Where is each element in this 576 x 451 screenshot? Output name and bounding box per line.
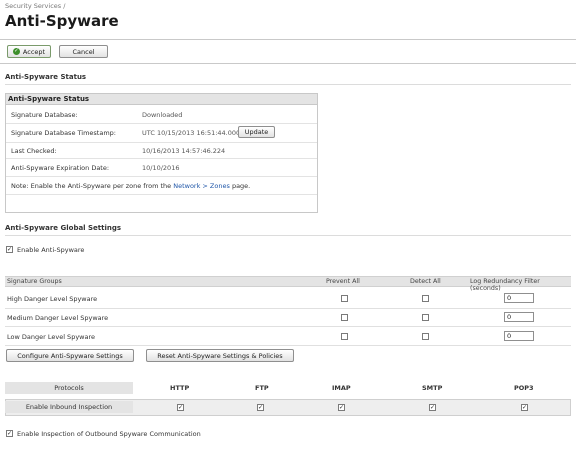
protocols-header: Protocols: [5, 382, 133, 394]
row-divider: [6, 194, 317, 195]
signature-timestamp-value: UTC 10/15/2013 16:51:44.000: [142, 129, 241, 137]
inbound-pop3-checkbox[interactable]: ✓: [521, 404, 528, 411]
col-log-redundancy-filter: Log Redundancy Filter (seconds): [470, 278, 540, 292]
row-divider: [5, 345, 571, 346]
signature-database-value: Downloaded: [142, 111, 183, 119]
cancel-button[interactable]: Cancel: [59, 45, 108, 58]
protocol-smtp: SMTP: [422, 384, 443, 392]
protocol-imap: IMAP: [332, 384, 351, 392]
inbound-imap-checkbox[interactable]: ✓: [338, 404, 345, 411]
note-suffix: page.: [229, 182, 251, 190]
row-divider: [6, 158, 317, 159]
global-settings-title: Anti-Spyware Global Settings: [5, 224, 122, 232]
last-checked-label: Last Checked:: [11, 147, 57, 155]
toolbar-divider: [0, 63, 576, 64]
row-divider: [5, 326, 571, 327]
col-prevent-all: Prevent All: [326, 278, 360, 285]
network-zones-link[interactable]: Network > Zones: [173, 182, 230, 190]
page-title: Anti-Spyware: [5, 12, 119, 30]
reset-anti-spyware-button[interactable]: Reset Anti-Spyware Settings & Policies: [146, 349, 294, 362]
protocol-http: HTTP: [170, 384, 190, 392]
inbound-ftp-checkbox[interactable]: ✓: [257, 404, 264, 411]
accept-button[interactable]: ✓ Accept: [7, 45, 51, 58]
row-divider: [6, 142, 317, 143]
low-filter-input[interactable]: 0: [504, 331, 534, 341]
checkmark-icon: ✓: [12, 48, 20, 55]
high-filter-input[interactable]: 0: [504, 293, 534, 303]
status-section-title: Anti-Spyware Status: [5, 73, 87, 81]
low-prevent-checkbox[interactable]: [341, 333, 348, 340]
status-section-divider: [5, 84, 571, 85]
col-signature-groups: Signature Groups: [7, 278, 62, 285]
status-box-title: Anti-Spyware Status: [6, 94, 317, 105]
signature-groups-header: Signature Groups Prevent All Detect All …: [5, 276, 571, 292]
expiration-date-value: 10/10/2016: [142, 164, 180, 172]
high-danger-label: High Danger Level Spyware: [7, 295, 98, 303]
low-detect-checkbox[interactable]: [422, 333, 429, 340]
protocol-ftp: FTP: [255, 384, 269, 392]
enable-anti-spyware-label: Enable Anti-Spyware: [17, 246, 85, 254]
update-label: Update: [244, 128, 269, 136]
signature-timestamp-label: Signature Database Timestamp:: [11, 129, 116, 137]
update-button[interactable]: Update: [238, 126, 275, 138]
cancel-label: Cancel: [72, 47, 95, 56]
medium-prevent-checkbox[interactable]: [341, 314, 348, 321]
configure-label: Configure Anti-Spyware Settings: [17, 351, 123, 360]
col-detect-all: Detect All: [410, 278, 441, 285]
outbound-inspection-label: Enable Inspection of Outbound Spyware Co…: [17, 430, 201, 438]
note-prefix: Note: Enable the Anti-Spyware per zone f…: [11, 182, 174, 190]
accept-label: Accept: [22, 47, 46, 56]
expiration-date-label: Anti-Spyware Expiration Date:: [11, 164, 110, 172]
medium-danger-label: Medium Danger Level Spyware: [7, 314, 109, 322]
inbound-http-checkbox[interactable]: ✓: [177, 404, 184, 411]
reset-label: Reset Anti-Spyware Settings & Policies: [157, 351, 283, 360]
row-divider: [5, 308, 571, 309]
last-checked-value: 10/16/2013 14:57:46.224: [142, 147, 226, 155]
configure-anti-spyware-button[interactable]: Configure Anti-Spyware Settings: [6, 349, 134, 362]
low-danger-label: Low Danger Level Spyware: [7, 333, 95, 341]
inbound-smtp-checkbox[interactable]: ✓: [429, 404, 436, 411]
row-divider: [6, 176, 317, 177]
outbound-inspection-checkbox[interactable]: ✓: [6, 430, 13, 437]
signature-database-label: Signature Database:: [11, 111, 78, 119]
status-box: Anti-Spyware Status Signature Database: …: [5, 93, 318, 213]
zones-note: Note: Enable the Anti-Spyware per zone f…: [11, 182, 250, 190]
high-detect-checkbox[interactable]: [422, 295, 429, 302]
global-settings-divider: [5, 235, 571, 236]
header-divider: [0, 39, 576, 40]
row-divider: [6, 123, 317, 124]
medium-filter-input[interactable]: 0: [504, 312, 534, 322]
protocol-pop3: POP3: [514, 384, 534, 392]
inbound-inspection-label: Enable Inbound Inspection: [5, 401, 133, 413]
breadcrumb[interactable]: Security Services /: [5, 2, 65, 10]
enable-anti-spyware-checkbox[interactable]: ✓: [6, 246, 13, 253]
medium-detect-checkbox[interactable]: [422, 314, 429, 321]
high-prevent-checkbox[interactable]: [341, 295, 348, 302]
